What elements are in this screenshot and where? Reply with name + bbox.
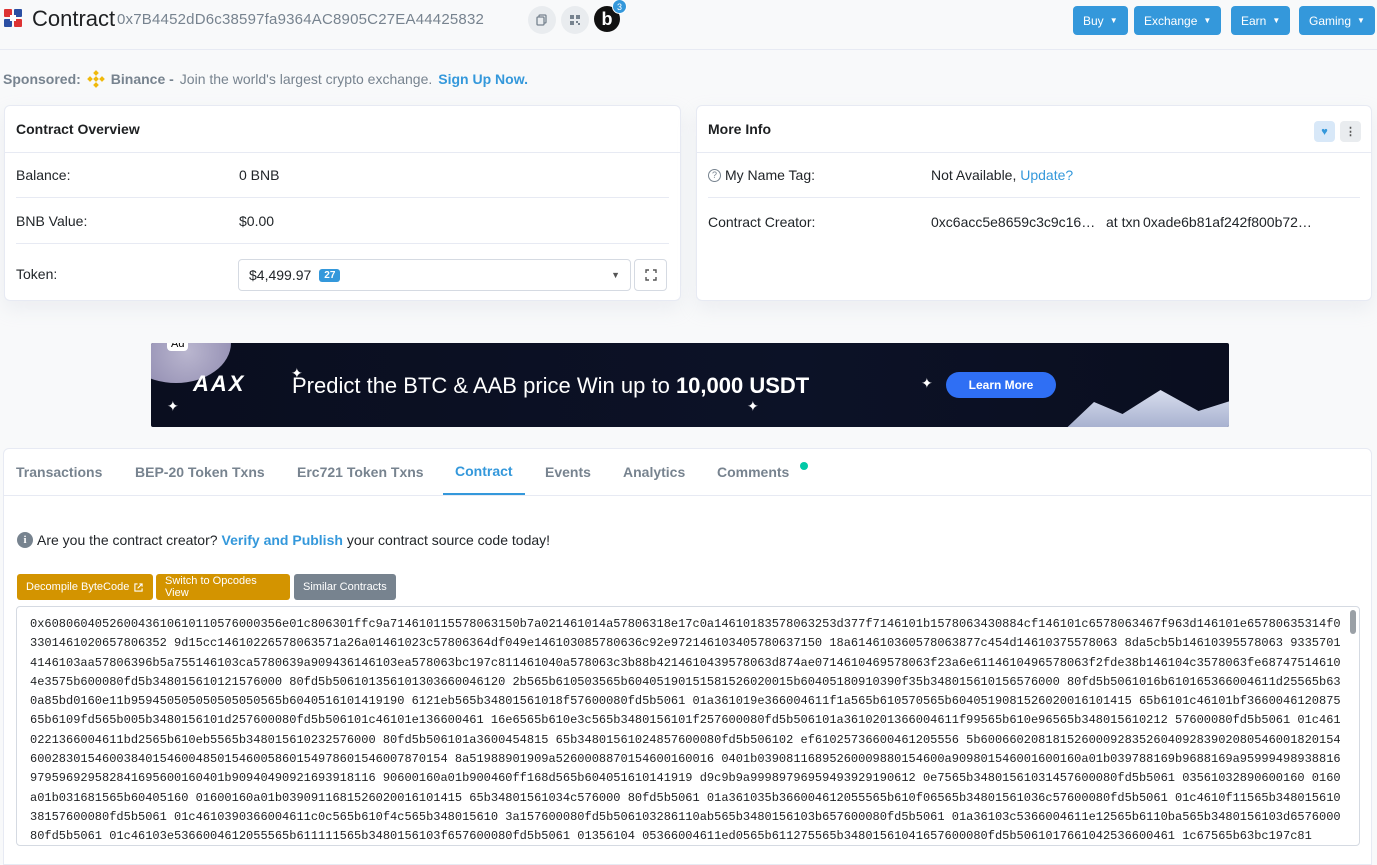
contract-overview-title: Contract Overview xyxy=(5,106,680,153)
bytecode-text: 0x608060405260043610610110576000356e01c8… xyxy=(30,617,1341,844)
advertisement-banner[interactable]: Ad AAX ✦ ✦ ✦ ✦ Predict the BTC & AAB pri… xyxy=(151,343,1229,427)
chevron-down-icon: ▼ xyxy=(1357,16,1365,25)
heart-icon: ♥ xyxy=(1321,125,1328,138)
contract-overview-card: Contract Overview Balance: 0 BNB BNB Val… xyxy=(4,105,681,301)
contract-creator-row: Contract Creator: 0xc6acc5e8659c3c9c16… … xyxy=(708,199,1360,244)
tab-erc721-token-txns[interactable]: Erc721 Token Txns xyxy=(285,449,436,495)
copy-icon xyxy=(536,14,547,26)
tab-comments[interactable]: Comments xyxy=(705,449,801,495)
creation-txn-link[interactable]: 0xade6b81af242f800b72… xyxy=(1143,214,1312,230)
balance-row: Balance: 0 BNB xyxy=(16,153,669,198)
tab-events[interactable]: Events xyxy=(533,449,603,495)
new-comments-dot xyxy=(800,462,808,470)
page-title: Contract xyxy=(32,6,116,31)
star-icon: ✦ xyxy=(747,398,759,414)
top-bar: Contract 0x7B4452dD6c38597fa9364AC8905C2… xyxy=(0,0,1377,50)
verify-notice: i Are you the contract creator? Verify a… xyxy=(17,532,550,548)
verify-and-publish-link[interactable]: Verify and Publish xyxy=(222,532,343,548)
bnb-value-row: BNB Value: $0.00 xyxy=(16,199,669,244)
sponsor-signup-link[interactable]: Sign Up Now. xyxy=(438,71,528,87)
nav-gaming-button[interactable]: Gaming ▼ xyxy=(1299,6,1375,35)
creator-address-link[interactable]: 0xc6acc5e8659c3c9c16… xyxy=(931,214,1095,230)
name-tag-label: My Name Tag: xyxy=(725,167,815,183)
chevron-down-icon: ▼ xyxy=(611,270,620,280)
copy-address-button[interactable] xyxy=(528,6,556,34)
tab-bep20-token-txns[interactable]: BEP-20 Token Txns xyxy=(123,449,277,495)
name-tag-row: ? My Name Tag: Not Available, Update? xyxy=(708,153,1360,198)
sponsor-brand[interactable]: Binance - xyxy=(111,71,174,87)
switch-to-opcodes-button[interactable]: Switch to Opcodes View xyxy=(156,574,290,600)
bytecode-textarea[interactable]: 0x608060405260043610610110576000356e01c8… xyxy=(16,606,1360,846)
ad-headline: Predict the BTC & AAB price Win up to 10… xyxy=(292,373,810,398)
update-name-tag-link[interactable]: Update? xyxy=(1020,167,1073,183)
tab-transactions[interactable]: Transactions xyxy=(4,449,114,495)
more-info-card: More Info ♥ ⋮ ? My Name Tag: Not Availab… xyxy=(696,105,1372,301)
contract-address: 0x7B4452dD6c38597fa9364AC8905C27EA444258… xyxy=(117,11,485,28)
favorite-button[interactable]: ♥ xyxy=(1314,121,1335,142)
token-holdings-dropdown[interactable]: $4,499.97 27 ▼ xyxy=(238,259,631,291)
tab-contract[interactable]: Contract xyxy=(443,449,525,495)
contract-details-card: Transactions BEP-20 Token Txns Erc721 To… xyxy=(3,448,1372,865)
chevron-down-icon: ▼ xyxy=(1109,16,1118,25)
star-icon: ✦ xyxy=(167,398,179,414)
bnb-value: $0.00 xyxy=(239,213,275,229)
nav-earn-button[interactable]: Earn ▼ xyxy=(1231,6,1291,35)
creator-label: Contract Creator: xyxy=(708,213,816,230)
notification-badge: 3 xyxy=(612,0,627,14)
bnb-value-label: BNB Value: xyxy=(16,213,88,229)
nav-buy-button[interactable]: Buy ▼ xyxy=(1073,6,1128,35)
at-txn-label: at txn xyxy=(1106,213,1141,230)
expand-icon xyxy=(644,269,657,281)
info-icon: i xyxy=(17,532,33,548)
chevron-down-icon: ▼ xyxy=(1272,16,1281,25)
decompile-bytecode-button[interactable]: Decompile ByteCode xyxy=(17,574,153,600)
more-info-title: More Info xyxy=(697,106,1371,153)
more-options-button[interactable]: ⋮ xyxy=(1340,121,1361,142)
qr-code-icon xyxy=(570,15,580,25)
token-label: Token: xyxy=(16,265,58,282)
balance-label: Balance: xyxy=(16,167,71,183)
tab-analytics[interactable]: Analytics xyxy=(611,449,697,495)
tab-bar: Transactions BEP-20 Token Txns Erc721 To… xyxy=(4,449,1371,496)
balance-value: 0 BNB xyxy=(239,167,280,183)
sponsored-label: Sponsored: xyxy=(3,71,81,87)
token-count-badge: 27 xyxy=(319,268,341,282)
vertical-dots-icon: ⋮ xyxy=(1345,126,1356,138)
binance-logo-icon xyxy=(86,70,105,88)
ad-brand-logo: AAX xyxy=(193,371,246,396)
sponsor-text: Join the world's largest crypto exchange… xyxy=(179,71,433,87)
ad-label: Ad xyxy=(167,343,189,351)
star-icon: ✦ xyxy=(921,375,933,391)
contract-logo-icon xyxy=(4,9,22,27)
name-tag-value: Not Available, Update? xyxy=(931,167,1074,183)
ad-learn-more-button[interactable]: Learn More xyxy=(946,372,1056,398)
qr-code-button[interactable] xyxy=(561,6,589,34)
question-circle-icon: ? xyxy=(708,168,721,182)
token-value: $4,499.97 xyxy=(249,267,312,283)
nav-exchange-button[interactable]: Exchange ▼ xyxy=(1134,6,1222,35)
similar-contracts-button[interactable]: Similar Contracts xyxy=(294,574,396,600)
token-expand-button[interactable] xyxy=(634,259,667,291)
chevron-down-icon: ▼ xyxy=(1203,16,1212,25)
external-link-icon xyxy=(134,582,143,592)
mountain-illustration xyxy=(1056,390,1229,427)
bytecode-scrollbar[interactable] xyxy=(1350,610,1356,634)
sponsored-banner: Sponsored: Binance - Join the world's la… xyxy=(3,70,528,88)
